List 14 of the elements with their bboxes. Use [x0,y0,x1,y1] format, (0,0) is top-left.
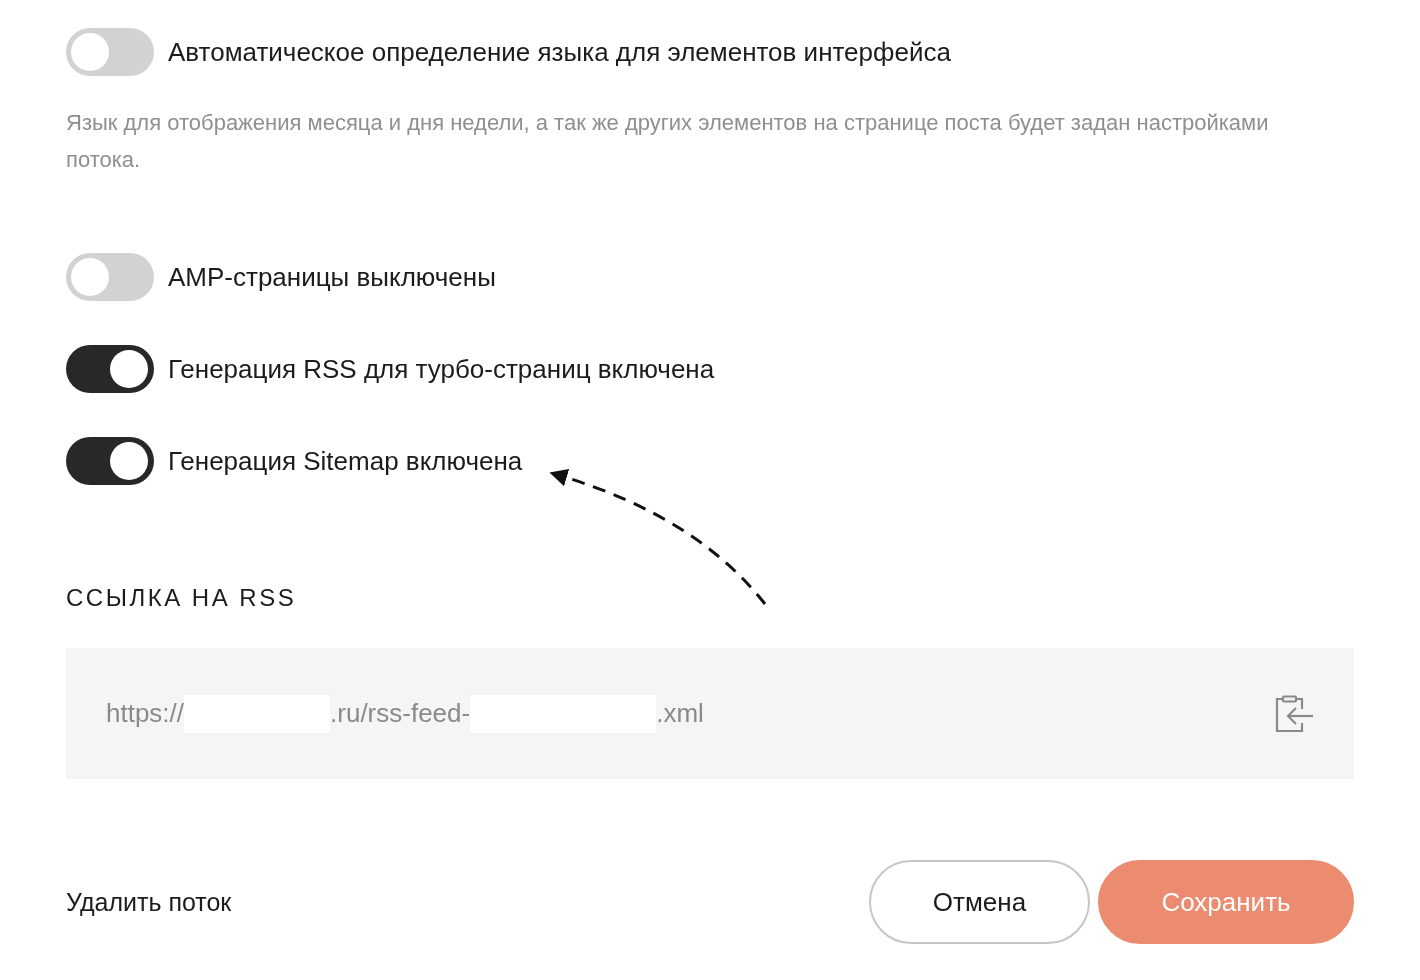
toggle-label: Генерация Sitemap включена [168,445,523,477]
setting-description: Язык для отображения месяца и дня недели, а так же других элементов на странице поста будет задан настройками потока. [66,109,1270,174]
toggle-switch[interactable] [66,345,154,393]
toggle-switch[interactable] [66,28,154,76]
copy-button[interactable] [1274,694,1314,733]
toggle-switch[interactable] [66,253,154,301]
toggle-label: AMP-страницы выключены [168,261,496,293]
delete-link[interactable]: Удалить поток [66,887,232,917]
toggle-switch[interactable] [66,437,154,485]
cancel-button[interactable]: Отмена [869,860,1090,944]
clipboard-arrow-icon [1274,694,1314,733]
section-heading: ССЫЛКА НА RSS [66,583,297,613]
toggle-label: Автоматическое определение языка для элементов интерфейса [168,36,951,68]
toggle-label: Генерация RSS для турбо-страниц включена [168,353,715,385]
